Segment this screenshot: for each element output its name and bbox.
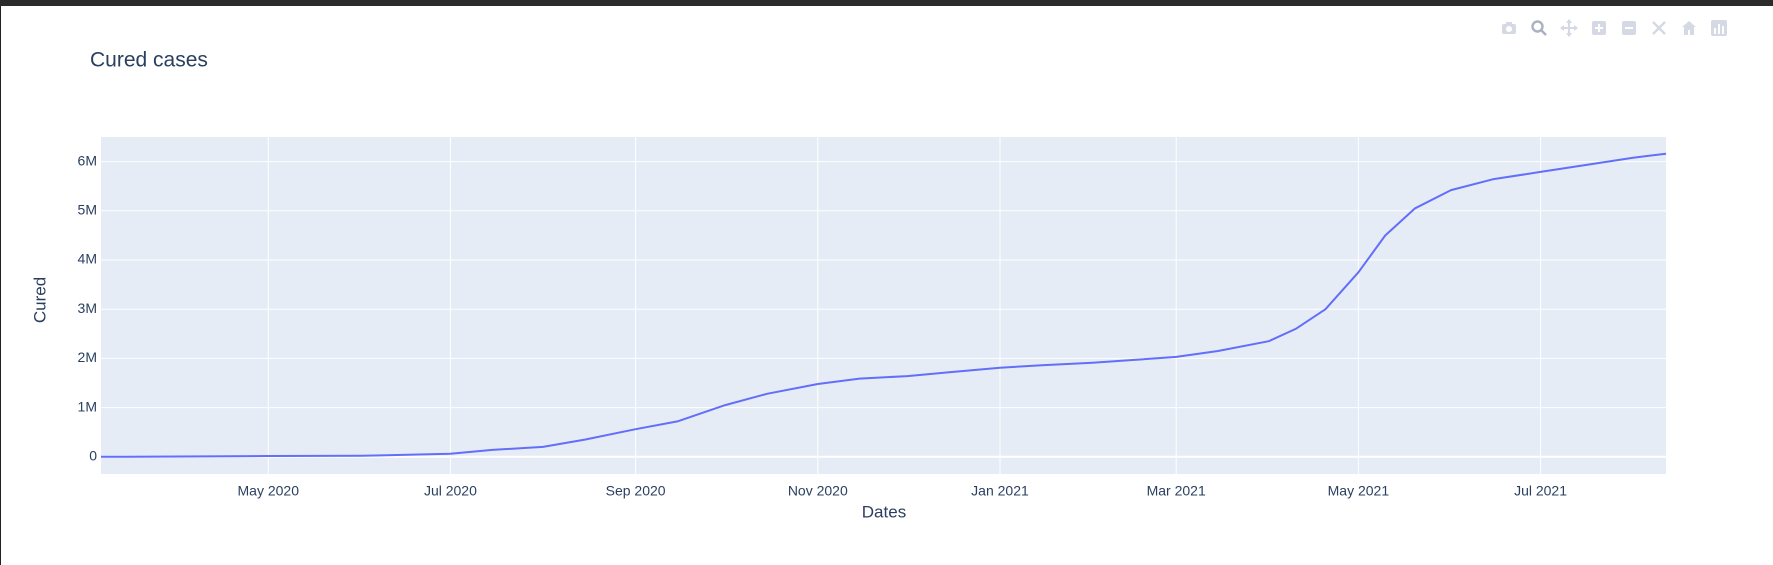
x-tick-label: Mar 2021 (1147, 482, 1206, 498)
pan-button[interactable] (1556, 16, 1582, 40)
zoom-icon (1531, 20, 1547, 36)
modebar (1496, 16, 1732, 40)
zoom-out-icon (1622, 21, 1636, 35)
pan-icon (1560, 19, 1578, 37)
x-tick-label: Jul 2020 (424, 482, 477, 498)
reset-axes-icon (1682, 21, 1696, 35)
plot-area[interactable] (101, 137, 1666, 474)
plot-container: 0 1M 2M 3M 4M 5M 6M May 2020 Jul 2020 Sep 2020 No… (0, 6, 1773, 565)
y-tick-label: 3M (78, 300, 97, 316)
x-tick-label: May 2021 (1328, 482, 1390, 498)
camera-icon (1502, 22, 1516, 34)
zoom-in-button[interactable] (1586, 16, 1612, 40)
download-png-button[interactable] (1496, 16, 1522, 40)
plotly-link-button[interactable] (1706, 16, 1732, 40)
x-tick-labels: May 2020 Jul 2020 Sep 2020 Nov 2020 Jan 2021… (238, 482, 1568, 498)
y-axis-title: Cured (30, 277, 49, 323)
y-tick-label: 4M (78, 251, 97, 267)
y-tick-label: 5M (78, 201, 97, 217)
y-tick-label: 1M (78, 398, 97, 414)
plotly-logo-icon (1711, 20, 1727, 36)
chart: 0 1M 2M 3M 4M 5M 6M May 2020 Jul 2020 Sep 2020 No… (30, 49, 1667, 521)
x-tick-label: Nov 2020 (788, 482, 848, 498)
autoscale-button[interactable] (1646, 16, 1672, 40)
autoscale-icon (1652, 21, 1666, 35)
zoom-in-icon (1592, 21, 1606, 35)
y-tick-label: 6M (78, 152, 97, 168)
reset-axes-button[interactable] (1676, 16, 1702, 40)
zoom-button[interactable] (1526, 16, 1552, 40)
y-tick-label: 0 (89, 447, 97, 463)
y-tick-label: 2M (78, 349, 97, 365)
x-tick-label: Sep 2020 (606, 482, 666, 498)
y-tick-labels: 0 1M 2M 3M 4M 5M 6M (78, 152, 98, 463)
x-tick-label: Jul 2021 (1514, 482, 1567, 498)
x-axis-title: Dates (862, 502, 906, 521)
chart-title: Cured cases (90, 49, 208, 72)
zoom-out-button[interactable] (1616, 16, 1642, 40)
x-tick-label: Jan 2021 (971, 482, 1029, 498)
x-tick-label: May 2020 (238, 482, 300, 498)
